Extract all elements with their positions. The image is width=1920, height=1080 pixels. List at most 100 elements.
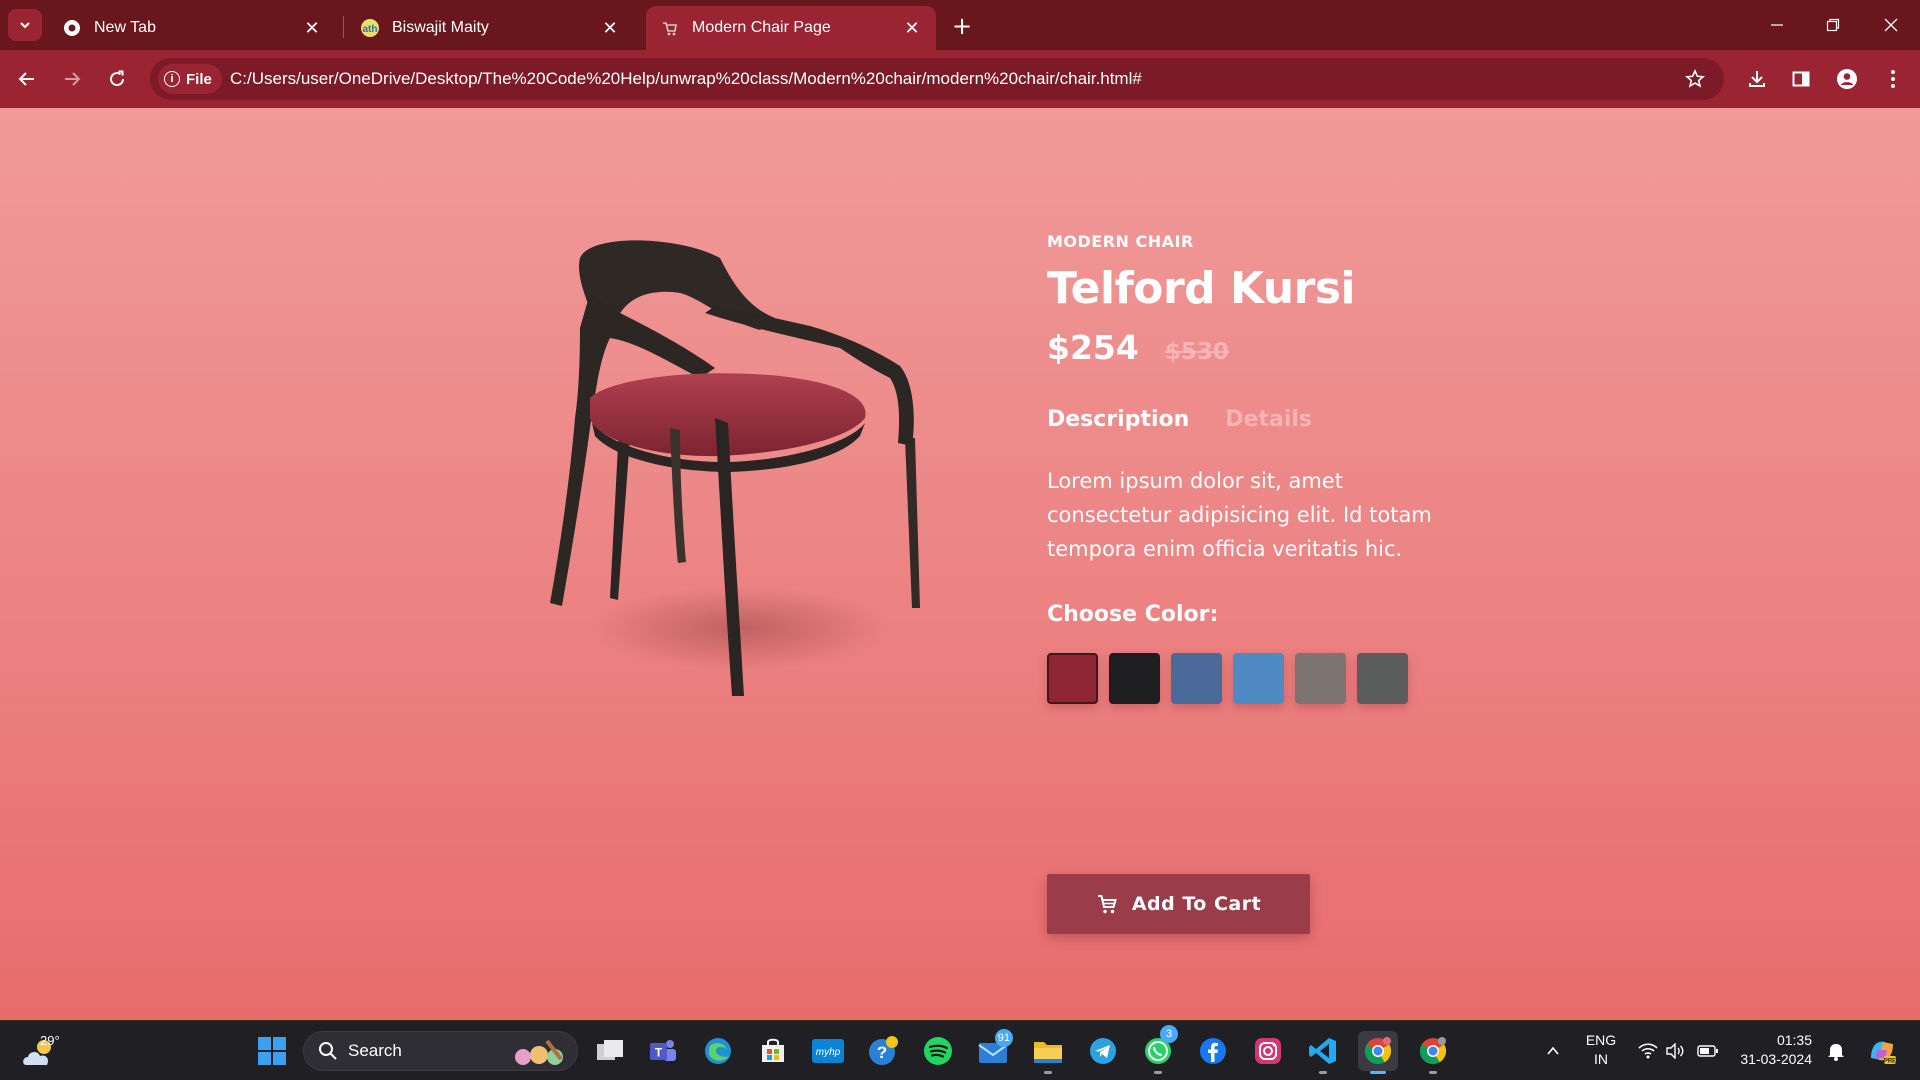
product-tabs: Description Details bbox=[1047, 407, 1487, 432]
spotify-icon bbox=[924, 1037, 952, 1065]
chevron-down-icon bbox=[20, 22, 30, 29]
file-explorer-app[interactable] bbox=[1028, 1031, 1068, 1074]
folder-icon bbox=[1034, 1042, 1062, 1063]
myhp-app[interactable]: myhp bbox=[808, 1031, 848, 1071]
copilot-icon[interactable]: PRE bbox=[1866, 1035, 1898, 1067]
notifications-icon[interactable] bbox=[1824, 1039, 1848, 1063]
address-bar[interactable]: i File C:/Users/user/OneDrive/Desktop/Th… bbox=[150, 58, 1724, 100]
running-indicator bbox=[1154, 1071, 1162, 1074]
search-placeholder: Search bbox=[348, 1041, 402, 1060]
reload-button[interactable] bbox=[102, 64, 132, 94]
url-text[interactable]: C:/Users/user/OneDrive/Desktop/The%20Cod… bbox=[230, 58, 1142, 100]
chrome-app-active[interactable] bbox=[1358, 1031, 1398, 1074]
vscode-icon bbox=[1309, 1038, 1336, 1064]
close-icon[interactable]: ✕ bbox=[302, 18, 322, 38]
windows-icon bbox=[258, 1037, 286, 1065]
show-hidden-icons-button[interactable] bbox=[1541, 1039, 1565, 1063]
facebook-icon bbox=[1200, 1038, 1226, 1064]
svg-text:ath: ath bbox=[363, 24, 378, 35]
tab-new-tab[interactable]: New Tab ✕ bbox=[48, 6, 336, 50]
teams-app[interactable]: T bbox=[643, 1031, 683, 1071]
side-panel-button[interactable] bbox=[1786, 64, 1816, 94]
instagram-app[interactable] bbox=[1248, 1031, 1288, 1071]
tab-modern-chair-page[interactable]: Modern Chair Page ✕ bbox=[646, 6, 936, 50]
running-indicator bbox=[1044, 1071, 1052, 1074]
start-button[interactable] bbox=[252, 1031, 292, 1071]
cart-icon bbox=[1096, 893, 1118, 915]
volume-icon[interactable] bbox=[1663, 1039, 1687, 1063]
whatsapp-app[interactable]: 3 bbox=[1138, 1025, 1178, 1074]
wifi-icon[interactable] bbox=[1636, 1039, 1660, 1063]
tab-divider bbox=[343, 16, 344, 38]
color-label: Choose Color: bbox=[1047, 602, 1219, 627]
restore-icon bbox=[1826, 18, 1840, 32]
svg-text:T: T bbox=[655, 1046, 663, 1060]
svg-text:PRE: PRE bbox=[1884, 1059, 1896, 1065]
restore-button[interactable] bbox=[1813, 10, 1853, 40]
search-icon bbox=[318, 1041, 338, 1061]
store-app[interactable] bbox=[753, 1031, 793, 1071]
vscode-app[interactable] bbox=[1303, 1031, 1343, 1074]
tab-details[interactable]: Details bbox=[1225, 407, 1312, 432]
facebook-app[interactable] bbox=[1193, 1031, 1233, 1071]
close-icon[interactable]: ✕ bbox=[902, 18, 922, 38]
windows-taskbar: 29° Search T myhp ? 91 3 ENG IN 01:35 31… bbox=[0, 1020, 1920, 1080]
close-icon[interactable]: ✕ bbox=[600, 18, 620, 38]
arrow-right-icon bbox=[65, 72, 81, 86]
bookmark-star-button[interactable] bbox=[1680, 64, 1710, 94]
tab-search-button[interactable] bbox=[8, 9, 42, 41]
forward-button[interactable] bbox=[57, 64, 87, 94]
telegram-icon bbox=[1090, 1038, 1116, 1064]
mail-badge: 91 bbox=[994, 1029, 1013, 1047]
product-category: MODERN CHAIR bbox=[1047, 232, 1194, 251]
mail-app[interactable]: 91 bbox=[973, 1029, 1013, 1071]
downloads-button[interactable] bbox=[1742, 64, 1772, 94]
product-title: Telford Kursi bbox=[1047, 263, 1356, 314]
color-swatch[interactable] bbox=[1109, 653, 1160, 704]
chair-image bbox=[550, 240, 920, 696]
color-swatches bbox=[1047, 653, 1487, 704]
language-indicator[interactable]: ENG IN bbox=[1578, 1031, 1624, 1069]
telegram-app[interactable] bbox=[1083, 1031, 1123, 1071]
language-code: ENG bbox=[1585, 1032, 1617, 1048]
new-tab-button[interactable]: + bbox=[948, 12, 976, 40]
color-swatch[interactable] bbox=[1047, 653, 1098, 704]
color-swatch[interactable] bbox=[1171, 653, 1222, 704]
original-price: $530 bbox=[1164, 339, 1229, 365]
chrome-profile-icon bbox=[1419, 1037, 1447, 1065]
profile-button[interactable] bbox=[1832, 64, 1862, 94]
menu-button[interactable] bbox=[1878, 64, 1908, 94]
weather-widget[interactable]: 29° bbox=[20, 1031, 64, 1071]
spotify-app[interactable] bbox=[918, 1031, 958, 1071]
price-row: $254 $530 bbox=[1047, 328, 1487, 367]
instagram-icon bbox=[1255, 1038, 1281, 1064]
svg-text:myhp: myhp bbox=[816, 1047, 841, 1058]
add-to-cart-button[interactable]: Add To Cart bbox=[1047, 874, 1310, 934]
tab-biswajit-maity[interactable]: ath Biswajit Maity ✕ bbox=[346, 6, 634, 50]
color-swatch[interactable] bbox=[1295, 653, 1346, 704]
teams-icon: T bbox=[650, 1040, 676, 1061]
myhp-icon: myhp bbox=[812, 1039, 844, 1063]
clock[interactable]: 01:35 31-03-2024 bbox=[1732, 1031, 1812, 1069]
chrome-app-profile[interactable] bbox=[1413, 1031, 1453, 1074]
color-swatch[interactable] bbox=[1357, 653, 1408, 704]
taskbar-search[interactable]: Search bbox=[303, 1031, 578, 1071]
arrow-left-icon bbox=[18, 72, 34, 86]
store-icon bbox=[762, 1038, 784, 1062]
color-swatch[interactable] bbox=[1233, 653, 1284, 704]
site-info-chip[interactable]: i File bbox=[158, 64, 222, 94]
close-icon bbox=[1884, 18, 1898, 32]
task-view-button[interactable] bbox=[590, 1031, 630, 1071]
info-icon: i bbox=[164, 71, 180, 87]
back-button[interactable] bbox=[12, 64, 42, 94]
minimize-button[interactable] bbox=[1757, 10, 1797, 40]
close-window-button[interactable] bbox=[1871, 10, 1911, 40]
tab-title: Biswajit Maity bbox=[392, 19, 489, 36]
whatsapp-badge: 3 bbox=[1160, 1025, 1178, 1043]
tab-description[interactable]: Description bbox=[1047, 407, 1189, 432]
battery-icon[interactable] bbox=[1696, 1039, 1720, 1063]
get-help-app[interactable]: ? bbox=[863, 1031, 903, 1071]
tab-title: Modern Chair Page bbox=[692, 19, 831, 36]
search-highlight-icon bbox=[515, 1039, 563, 1065]
edge-app[interactable] bbox=[698, 1031, 738, 1071]
